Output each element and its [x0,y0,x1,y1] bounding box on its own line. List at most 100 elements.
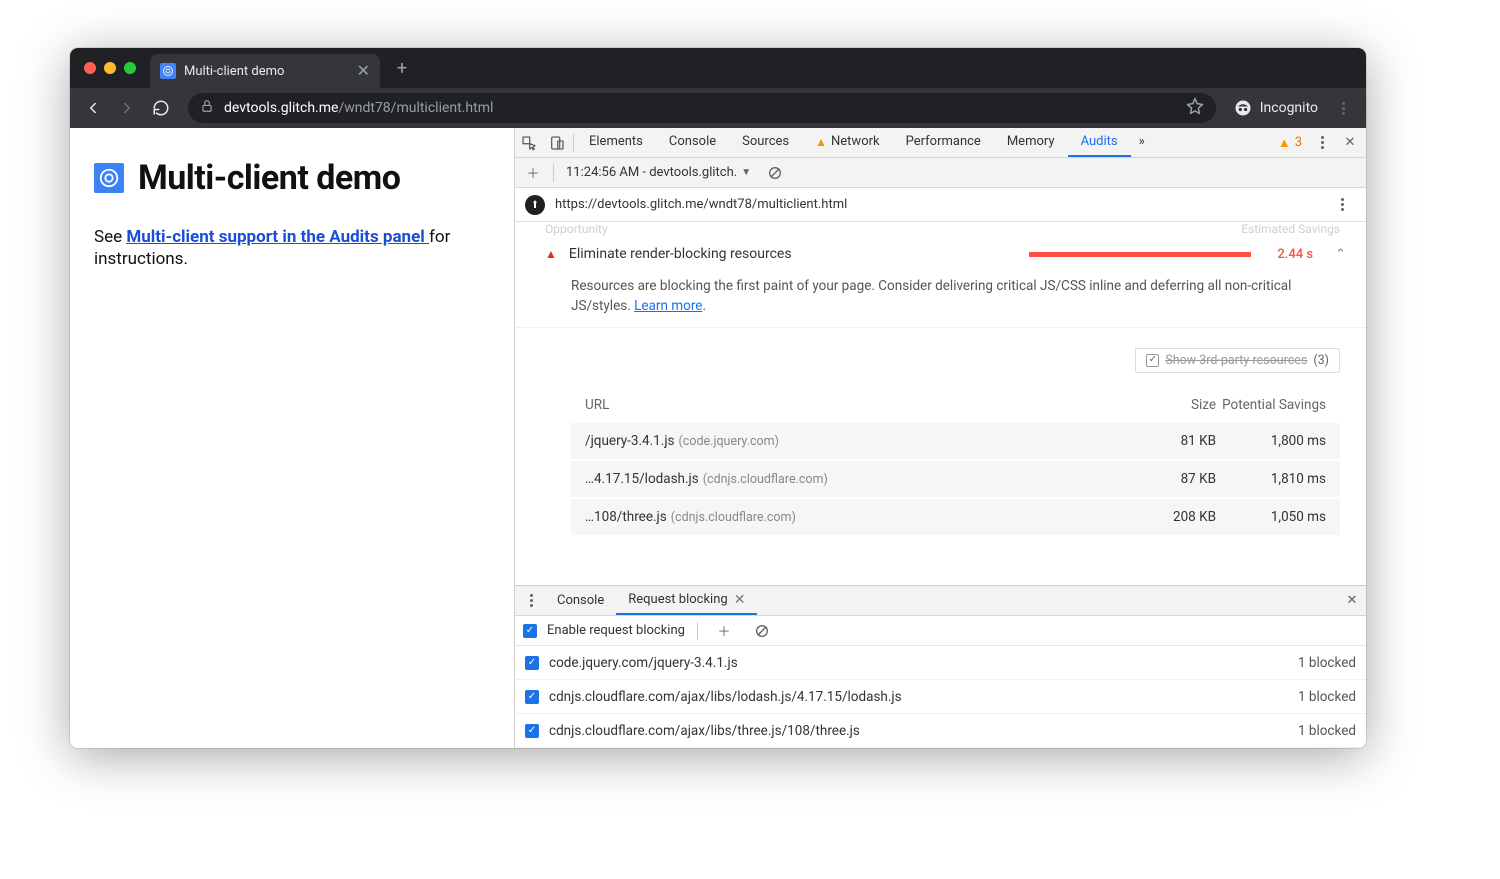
pattern-checkbox[interactable] [525,656,539,670]
pattern-text: cdnjs.cloudflare.com/ajax/libs/three.js/… [549,723,860,739]
page-content: Multi-client demo See Multi-client suppo… [70,128,515,748]
page-text: See Multi-client support in the Audits p… [94,226,490,270]
pattern-text: code.jquery.com/jquery-3.4.1.js [549,655,738,671]
table-row[interactable]: …4.17.15/lodash.js(cdnjs.cloudflare.com)… [571,461,1340,497]
drawer-close-button[interactable]: ✕ [1338,587,1366,615]
chevron-up-icon: ⌃ [1335,247,1346,262]
enable-blocking-checkbox[interactable] [523,624,537,638]
devtools-tabbar: Elements Console Sources ▲Network Perfor… [515,128,1366,158]
incognito-icon: Incognito [1228,93,1324,123]
opportunity-item[interactable]: ▲ Eliminate render-blocking resources 2.… [515,236,1366,328]
warning-count: 3 [1295,135,1302,150]
table-header: URL Size Potential Savings [571,387,1340,423]
opportunity-description: Resources are blocking the first paint o… [545,262,1346,317]
bookmark-icon[interactable] [1186,97,1204,119]
new-audit-button[interactable]: ＋ [519,159,547,187]
pattern-checkbox[interactable] [525,724,539,738]
add-pattern-button[interactable]: ＋ [710,617,738,645]
audit-url: https://devtools.glitch.me/wndt78/multic… [555,197,847,212]
estimated-savings-label: Estimated Savings [1241,222,1340,236]
drawer-tab-request-blocking[interactable]: Request blocking ✕ [616,586,757,615]
incognito-label: Incognito [1260,100,1318,116]
warning-badge[interactable]: ▲ 3 [1272,135,1308,151]
back-button[interactable] [78,93,108,123]
maximize-window-button[interactable] [124,62,136,74]
tab-network[interactable]: ▲Network [802,128,893,157]
tab-strip: Multi-client demo ✕ + [70,48,1366,88]
blocked-count: 1 blocked [1298,689,1356,705]
minimize-window-button[interactable] [104,62,116,74]
third-party-count: (3) [1313,353,1329,368]
close-icon[interactable]: ✕ [734,592,746,608]
page-logo-icon [94,163,124,193]
enable-blocking-label: Enable request blocking [547,623,685,638]
devtools-panel: Elements Console Sources ▲Network Perfor… [515,128,1366,748]
browser-tab[interactable]: Multi-client demo ✕ [150,54,380,88]
pattern-checkbox[interactable] [525,690,539,704]
reload-button[interactable] [146,93,176,123]
page-link[interactable]: Multi-client support in the Audits panel [126,227,429,247]
col-size: Size [1126,397,1216,413]
third-party-label: Show 3rd-party resources [1165,353,1307,368]
blocked-count: 1 blocked [1298,723,1356,739]
devtools-settings-button[interactable] [1308,129,1336,157]
warning-icon: ▲ [1278,135,1291,151]
blocked-count: 1 blocked [1298,655,1356,671]
checkbox-icon[interactable] [1146,354,1159,367]
lock-icon [200,99,214,117]
page-heading: Multi-client demo [94,158,490,198]
devtools-close-button[interactable]: ✕ [1336,129,1364,157]
chevron-down-icon: ▼ [741,167,751,178]
table-row[interactable]: /jquery-3.4.1.js(code.jquery.com) 81 KB … [571,423,1340,459]
remove-all-button[interactable] [748,617,776,645]
browser-menu-button[interactable] [1328,93,1358,123]
drawer-menu-button[interactable] [517,587,545,615]
audit-menu-button[interactable] [1328,191,1356,219]
drawer-tabbar: Console Request blocking ✕ ✕ [515,586,1366,616]
content-area: Multi-client demo See Multi-client suppo… [70,128,1366,748]
learn-more-link[interactable]: Learn more [634,298,702,314]
toolbar: devtools.glitch.me/wndt78/multiclient.ht… [70,88,1366,128]
tab-title: Multi-client demo [184,64,349,79]
url-text: devtools.glitch.me/wndt78/multiclient.ht… [224,100,493,116]
audit-run-dropdown[interactable]: 11:24:56 AM - devtools.glitch. ▼ [560,165,757,180]
warning-icon: ▲ [815,135,827,149]
pattern-text: cdnjs.cloudflare.com/ajax/libs/lodash.js… [549,689,902,705]
address-bar[interactable]: devtools.glitch.me/wndt78/multiclient.ht… [188,93,1216,123]
page-title: Multi-client demo [138,158,400,198]
new-tab-button[interactable]: + [388,54,416,82]
drawer-tab-console[interactable]: Console [545,586,616,615]
forward-button[interactable] [112,93,142,123]
audit-body: Opportunity Estimated Savings ▲ Eliminat… [515,222,1366,585]
inspect-icon[interactable] [515,129,543,157]
tab-favicon [160,63,176,79]
opportunity-time: 2.44 s [1263,247,1313,262]
tab-elements[interactable]: Elements [576,128,656,157]
blocked-pattern-row[interactable]: cdnjs.cloudflare.com/ajax/libs/three.js/… [515,714,1366,748]
table-row[interactable]: …108/three.js(cdnjs.cloudflare.com) 208 … [571,499,1340,535]
tab-memory[interactable]: Memory [994,128,1068,157]
opportunity-label: Opportunity [545,222,608,236]
tab-sources[interactable]: Sources [729,128,802,157]
audits-toolbar: ＋ 11:24:56 AM - devtools.glitch. ▼ [515,158,1366,188]
third-party-toggle[interactable]: Show 3rd-party resources (3) [1135,348,1340,373]
browser-window: Multi-client demo ✕ + devtools.glitch.me… [70,48,1366,748]
close-window-button[interactable] [84,62,96,74]
clear-audit-button[interactable] [761,159,789,187]
window-controls [80,48,144,88]
tab-audits[interactable]: Audits [1068,128,1131,157]
lighthouse-icon [525,195,545,215]
device-toggle-icon[interactable] [543,129,571,157]
request-blocking-toolbar: Enable request blocking ＋ [515,616,1366,646]
blocked-pattern-row[interactable]: code.jquery.com/jquery-3.4.1.js 1 blocke… [515,646,1366,680]
resources-table: URL Size Potential Savings /jquery-3.4.1… [571,387,1340,537]
devtools-drawer: Console Request blocking ✕ ✕ Enable requ… [515,585,1366,748]
tab-console[interactable]: Console [656,128,729,157]
blocked-pattern-row[interactable]: cdnjs.cloudflare.com/ajax/libs/lodash.js… [515,680,1366,714]
close-tab-button[interactable]: ✕ [357,63,370,79]
savings-bar [1029,252,1251,257]
tab-performance[interactable]: Performance [893,128,994,157]
audit-header: https://devtools.glitch.me/wndt78/multic… [515,188,1366,222]
tabs-overflow-button[interactable]: » [1131,128,1153,157]
col-url: URL [585,397,1126,413]
